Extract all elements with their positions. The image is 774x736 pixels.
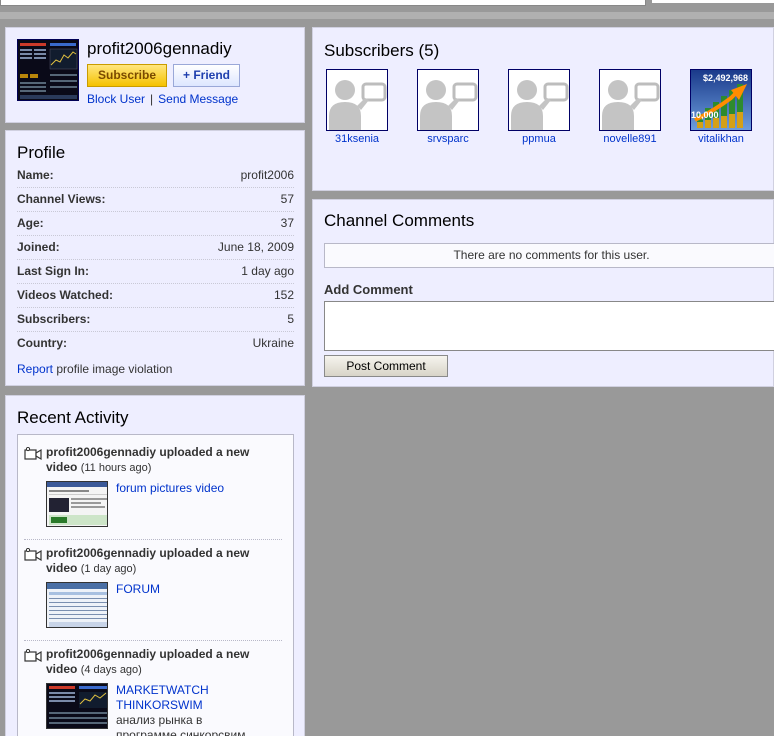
activity-text: profit2006gennadiy uploaded a new video … <box>46 445 276 476</box>
subscriber-item[interactable]: ppmua <box>506 69 572 145</box>
profile-row-subscribers: Subscribers: 5 <box>17 308 294 332</box>
activity-separator <box>24 640 282 641</box>
comments-title: Channel Comments <box>324 211 475 230</box>
send-message-link[interactable]: Send Message <box>158 92 238 106</box>
profile-key: Subscribers: <box>17 312 91 326</box>
profile-row-country: Country: Ukraine <box>17 332 294 356</box>
report-link[interactable]: Report <box>17 362 53 376</box>
profile-row-last-sign-in: Last Sign In: 1 day ago <box>17 260 294 284</box>
subscriber-name[interactable]: srvsparc <box>427 133 469 145</box>
profile-row-videos-watched: Videos Watched: 152 <box>17 284 294 308</box>
default-avatar-icon[interactable] <box>417 69 479 131</box>
profile-row-views: Channel Views: 57 <box>17 188 294 212</box>
default-avatar-icon[interactable] <box>599 69 661 131</box>
profile-value: 57 <box>280 192 294 206</box>
video-title-link[interactable]: MARKETWATCH THINKORSWIM <box>116 683 256 713</box>
profile-key: Name: <box>17 168 54 182</box>
profile-value: profit2006 <box>240 168 294 182</box>
top-strip <box>0 12 774 19</box>
add-comment-label: Add Comment <box>324 282 413 297</box>
profile-row-name: Name: profit2006 <box>17 164 294 188</box>
profile-key: Videos Watched: <box>17 288 114 302</box>
activity-item: profit2006gennadiy uploaded a new video … <box>24 546 282 646</box>
comment-input[interactable] <box>324 301 774 351</box>
activity-time: (1 day ago) <box>80 563 137 575</box>
activity-text: profit2006gennadiy uploaded a new video … <box>46 647 276 678</box>
video-title-link[interactable]: forum pictures video <box>116 481 256 496</box>
top-right-box <box>652 0 774 3</box>
profile-value: 37 <box>280 216 294 230</box>
profile-key: Last Sign In: <box>17 264 89 278</box>
username: profit2006gennadiy <box>87 39 232 58</box>
subscriber-item[interactable]: srvsparc <box>415 69 481 145</box>
subscriber-name[interactable]: vitalikhan <box>698 133 744 145</box>
activity-time: (11 hours ago) <box>80 462 152 474</box>
profile-key: Country: <box>17 336 67 350</box>
subscriber-item[interactable]: 31ksenia <box>324 69 390 145</box>
video-thumbnail[interactable] <box>46 582 108 628</box>
activity-description: profit2006gennadiy uploaded a new video <box>46 546 250 575</box>
image-caption-left: 10,000 <box>691 110 719 120</box>
subscriber-name[interactable]: novelle891 <box>603 133 656 145</box>
post-comment-button[interactable]: Post Comment <box>324 355 448 377</box>
report-text: profile image violation <box>53 362 173 376</box>
profile-value: June 18, 2009 <box>217 240 294 254</box>
top-bar <box>0 0 774 19</box>
user-avatar[interactable] <box>17 39 79 101</box>
profile-value: 152 <box>273 288 294 302</box>
subscribers-title: Subscribers (5) <box>324 41 440 60</box>
profile-title: Profile <box>17 143 66 162</box>
profile-key: Channel Views: <box>17 192 106 206</box>
activity-item: profit2006gennadiy uploaded a new video … <box>24 445 282 545</box>
report-line: Report profile image violation <box>17 362 172 376</box>
profile-key: Joined: <box>17 240 60 254</box>
user-links: Block User | Send Message <box>87 92 238 106</box>
activity-list: profit2006gennadiy uploaded a new video … <box>17 434 294 736</box>
video-camera-icon <box>24 548 42 562</box>
add-friend-button[interactable]: + Friend <box>173 64 240 87</box>
subscriber-name[interactable]: 31ksenia <box>335 133 379 145</box>
profile-row-joined: Joined: June 18, 2009 <box>17 236 294 260</box>
top-left-box <box>0 0 646 6</box>
image-caption-top: $2,492,968 <box>703 73 749 83</box>
profile-value: 5 <box>287 312 294 326</box>
activity-panel: Recent Activity profit2006gennadiy uploa… <box>5 395 305 736</box>
user-panel: profit2006gennadiy Subscribe + Friend Bl… <box>5 27 305 123</box>
profile-row-age: Age: 37 <box>17 212 294 236</box>
activity-text: profit2006gennadiy uploaded a new video … <box>46 546 276 577</box>
block-user-link[interactable]: Block User <box>87 92 145 106</box>
activity-title: Recent Activity <box>17 408 129 427</box>
subscribers-panel: Subscribers (5) 31ksenia srvsparc ppmua … <box>312 27 774 191</box>
link-separator: | <box>150 92 154 106</box>
money-chart-image[interactable]: $2,492,968 10,000 <box>690 69 752 131</box>
subscriber-name[interactable]: ppmua <box>522 133 556 145</box>
video-thumbnail[interactable] <box>46 481 108 527</box>
default-avatar-icon[interactable] <box>326 69 388 131</box>
video-description: анализ рынка в программе синкорсвим <box>116 713 246 736</box>
profile-value: 1 day ago <box>241 264 294 278</box>
profile-panel: Profile Name: profit2006 Channel Views: 57… <box>5 130 305 386</box>
activity-separator <box>24 539 282 540</box>
no-comments-message: There are no comments for this user. <box>324 243 774 268</box>
profile-key: Age: <box>17 216 44 230</box>
subscribe-button[interactable]: Subscribe <box>87 64 167 87</box>
default-avatar-icon[interactable] <box>508 69 570 131</box>
comments-panel: Channel Comments There are no comments f… <box>312 199 774 387</box>
activity-description: profit2006gennadiy uploaded a new video <box>46 647 250 676</box>
video-thumbnail[interactable] <box>46 683 108 729</box>
video-camera-icon <box>24 447 42 461</box>
profile-value: Ukraine <box>252 336 294 350</box>
video-camera-icon <box>24 649 42 663</box>
video-title-link[interactable]: FORUM <box>116 582 256 597</box>
activity-time: (4 days ago) <box>80 664 142 676</box>
subscriber-item[interactable]: $2,492,968 10,000 vitalikhan <box>688 69 754 145</box>
activity-item: profit2006gennadiy uploaded a new video … <box>24 647 282 736</box>
subscriber-item[interactable]: novelle891 <box>597 69 663 145</box>
